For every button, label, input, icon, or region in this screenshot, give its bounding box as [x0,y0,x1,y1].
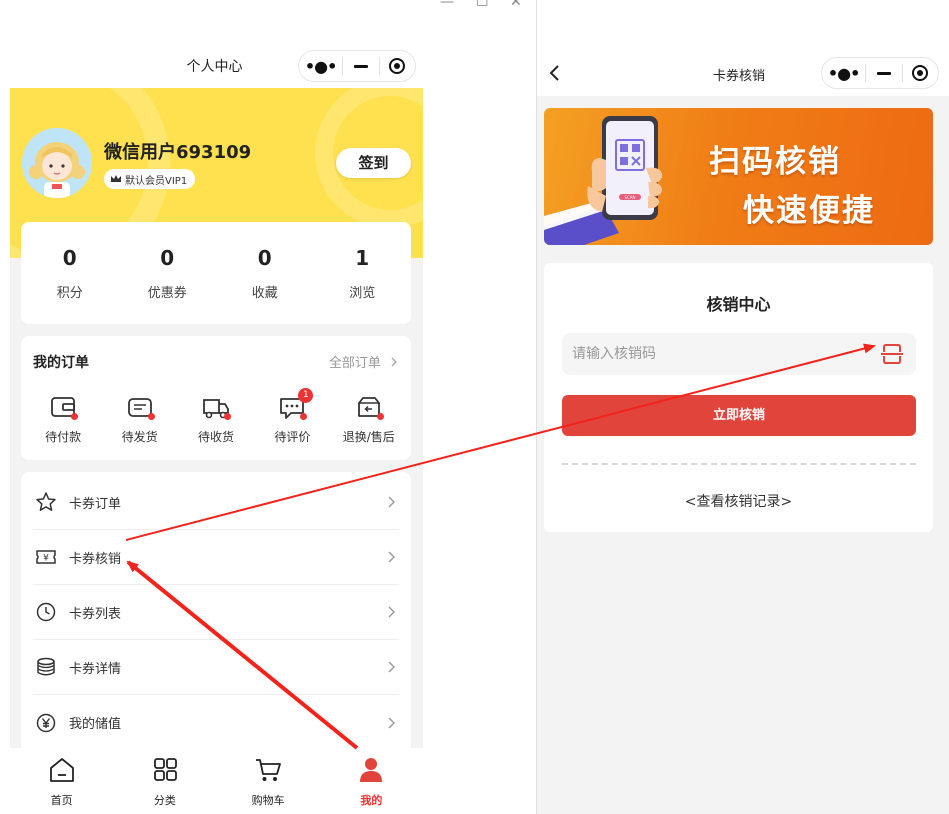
stats-card: 0 积分 0 优惠券 0 收藏 1 浏览 [21,222,411,324]
user-name: 微信用户693109 [104,142,252,163]
order-pending-shipment[interactable]: 待发货 [105,394,175,445]
stat-label: 收藏 [251,286,278,301]
chevron-right-icon [388,551,395,563]
service-menu: 卡券订单 ¥ 卡券核销 卡券列表 卡券详情 我的储值 [21,472,411,772]
menu-item-coupon-list[interactable]: 卡券列表 [33,585,399,640]
menu-item-label: 卡券详情 [69,661,122,677]
orders-card: 我的订单 全部订单 待付款 待发货 待收货 1 待评价 退换/售后 [21,336,411,460]
order-pending-review[interactable]: 1 待评价 [257,388,327,445]
cart-icon [256,759,282,781]
scan-banner: SCAN 扫码核销 快速便捷 [544,108,933,245]
scan-badge-text: SCAN [624,195,635,200]
tab-bar: 首页 分类 购物车 我的 [10,748,423,814]
stat-points[interactable]: 0 积分 [21,222,119,324]
close-program-icon[interactable] [380,58,415,74]
avatar[interactable] [22,128,92,198]
mini-program-capsule: •●• [298,50,416,82]
order-label: 待收货 [197,430,234,444]
chevron-right-icon [388,717,395,728]
verify-center-title: 核销中心 [706,295,771,314]
stat-label: 浏览 [349,286,376,301]
all-orders-link[interactable]: 全部订单 [329,352,399,371]
verify-code-input[interactable] [562,333,916,375]
close-program-icon[interactable] [903,65,938,81]
stat-label: 优惠券 [147,286,187,301]
banner-headline: 扫码核销 [709,144,841,180]
chevron-right-icon [388,606,395,618]
close-window-button[interactable]: ✕ [510,0,522,10]
verify-now-button[interactable]: 立即核销 [562,395,916,436]
chevron-right-icon [388,496,395,508]
menu-item-coupon-verify[interactable]: ¥ 卡券核销 [33,530,399,585]
more-icon[interactable]: •●• [299,57,342,76]
menu-item-my-balance[interactable]: 我的储值 [33,695,399,750]
menu-item-coupon-orders[interactable]: 卡券订单 [33,475,399,530]
minimize-window-button[interactable]: — [440,0,454,10]
clock-icon [36,602,56,622]
home-icon [49,758,74,782]
tab-label: 我的 [360,794,383,807]
tab-category[interactable]: 分类 [113,748,216,814]
order-pending-payment[interactable]: 待付款 [28,394,98,445]
menu-item-label: 卡券列表 [69,606,122,622]
dashed-divider [562,463,916,465]
stat-value: 0 [160,246,175,270]
stat-value: 1 [355,246,370,270]
verify-center-card: 核销中心 立即核销 <查看核销记录> [544,263,933,532]
stat-coupons[interactable]: 0 优惠券 [119,222,217,324]
profile-page: 个人中心 •●• 微信用户693109 默认会员VIP1 签到 0 积分 0 优… [10,40,423,814]
order-label: 待发货 [121,430,158,444]
nav-bar: 卡券核销 •●• [537,50,949,96]
tab-home[interactable]: 首页 [10,748,113,814]
all-orders-label: 全部订单 [328,356,381,371]
nav-bar: 个人中心 •●• [10,40,423,88]
user-icon [360,758,383,782]
coins-icon [37,657,55,676]
chevron-right-icon [388,661,395,673]
menu-item-label: 卡券订单 [69,496,122,512]
order-label: 待评价 [274,430,311,444]
order-pending-receipt[interactable]: 待收货 [181,394,251,445]
tab-label: 分类 [153,794,176,807]
tab-label: 首页 [50,794,73,807]
stat-history[interactable]: 1 浏览 [314,222,412,324]
crown-icon [111,175,121,182]
tab-cart[interactable]: 购物车 [217,748,320,814]
more-icon[interactable]: •●• [822,64,865,83]
stat-value: 0 [257,246,272,270]
tab-mine[interactable]: 我的 [320,748,423,814]
menu-item-label: 卡券核销 [69,551,122,567]
menu-item-label: 我的储值 [69,717,122,732]
minimize-icon[interactable] [343,64,378,68]
orders-title: 我的订单 [33,355,89,371]
scan-code-icon[interactable] [880,343,904,365]
ticket-icon: ¥ [36,550,56,564]
svg-text:¥: ¥ [43,554,49,564]
verify-records-link[interactable]: <查看核销记录> [544,491,933,511]
order-label: 待付款 [45,430,82,444]
stat-value: 0 [62,246,77,270]
mini-program-capsule: •●• [821,57,939,89]
review-badge: 1 [298,388,314,403]
menu-item-coupon-detail[interactable]: 卡券详情 [33,640,399,695]
yuan-icon [36,713,56,732]
coupon-verify-page: 卡券核销 •●• SCAN 扫码核销 快速便捷 核销中心 请输入核销码 立即核销… [537,50,949,814]
signin-button[interactable]: 签到 [336,148,411,178]
vip-badge: 默认会员VIP1 [104,169,196,189]
maximize-window-button[interactable]: ☐ [476,0,489,10]
tab-label: 购物车 [251,794,285,807]
chevron-right-icon [391,357,397,367]
star-icon [36,492,56,511]
order-label: 退换/售后 [342,430,395,444]
stat-favorites[interactable]: 0 收藏 [216,222,314,324]
phone-scan-illustration: SCAN [544,116,663,245]
stat-label: 积分 [56,286,83,301]
order-returns[interactable]: 退换/售后 [334,394,404,445]
banner-subheadline: 快速便捷 [743,193,875,229]
minimize-icon[interactable] [866,71,901,75]
vip-label: 默认会员VIP1 [125,175,188,187]
grid-icon [153,758,177,781]
